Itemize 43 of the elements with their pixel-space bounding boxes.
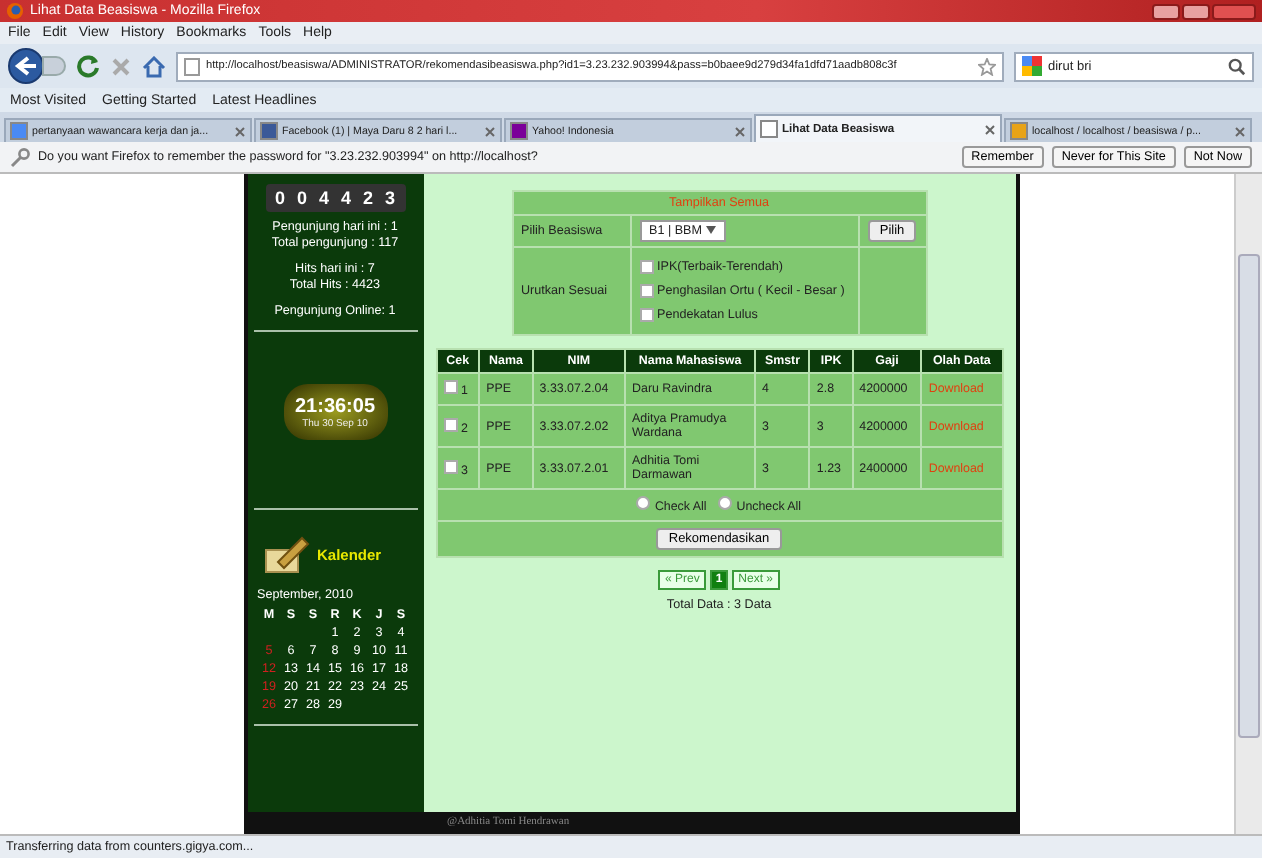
- counter-digit: 3: [382, 188, 397, 208]
- favicon-icon: [510, 122, 528, 140]
- checkbox[interactable]: [443, 380, 457, 394]
- star-icon[interactable]: [978, 57, 996, 75]
- checkbox[interactable]: [639, 260, 653, 274]
- arrow-icon: [14, 56, 38, 76]
- close-button[interactable]: [1212, 3, 1256, 19]
- counter-digit: 0: [272, 188, 287, 208]
- close-icon[interactable]: [484, 125, 496, 137]
- maximize-button[interactable]: [1182, 3, 1210, 19]
- close-icon[interactable]: [984, 123, 996, 135]
- counter-digit: 4: [316, 188, 331, 208]
- checkbox[interactable]: [639, 284, 653, 298]
- minimize-button[interactable]: [1152, 3, 1180, 19]
- favicon-icon: [260, 122, 278, 140]
- radio-button[interactable]: [718, 496, 733, 510]
- close-icon[interactable]: [734, 125, 746, 137]
- firefox-icon: [6, 2, 24, 20]
- checkbox[interactable]: [443, 459, 457, 473]
- checkbox[interactable]: [639, 308, 653, 322]
- search-icon[interactable]: [1228, 57, 1246, 75]
- favicon-icon: [10, 122, 28, 140]
- reload-icon[interactable]: [76, 54, 100, 78]
- key-icon: [10, 147, 30, 167]
- home-icon[interactable]: [142, 55, 166, 77]
- favicon-icon: [760, 120, 778, 138]
- counter-digit: 4: [338, 188, 353, 208]
- page-icon: [184, 57, 200, 75]
- google-icon: [1022, 56, 1042, 76]
- scrollbar[interactable]: [1234, 174, 1262, 834]
- close-icon[interactable]: [1234, 125, 1246, 137]
- counter-digit: 0: [294, 188, 309, 208]
- favicon-icon: [1010, 122, 1028, 140]
- radio-button[interactable]: [636, 496, 651, 510]
- checkbox[interactable]: [443, 417, 457, 431]
- stop-icon[interactable]: [110, 55, 132, 77]
- back-button[interactable]: [8, 48, 44, 84]
- counter-digit: 2: [360, 188, 375, 208]
- pencil-icon: [261, 534, 309, 574]
- forward-button[interactable]: [42, 56, 66, 76]
- scroll-thumb[interactable]: [1238, 254, 1260, 738]
- close-icon[interactable]: [234, 125, 246, 137]
- caret-icon: [705, 226, 716, 234]
